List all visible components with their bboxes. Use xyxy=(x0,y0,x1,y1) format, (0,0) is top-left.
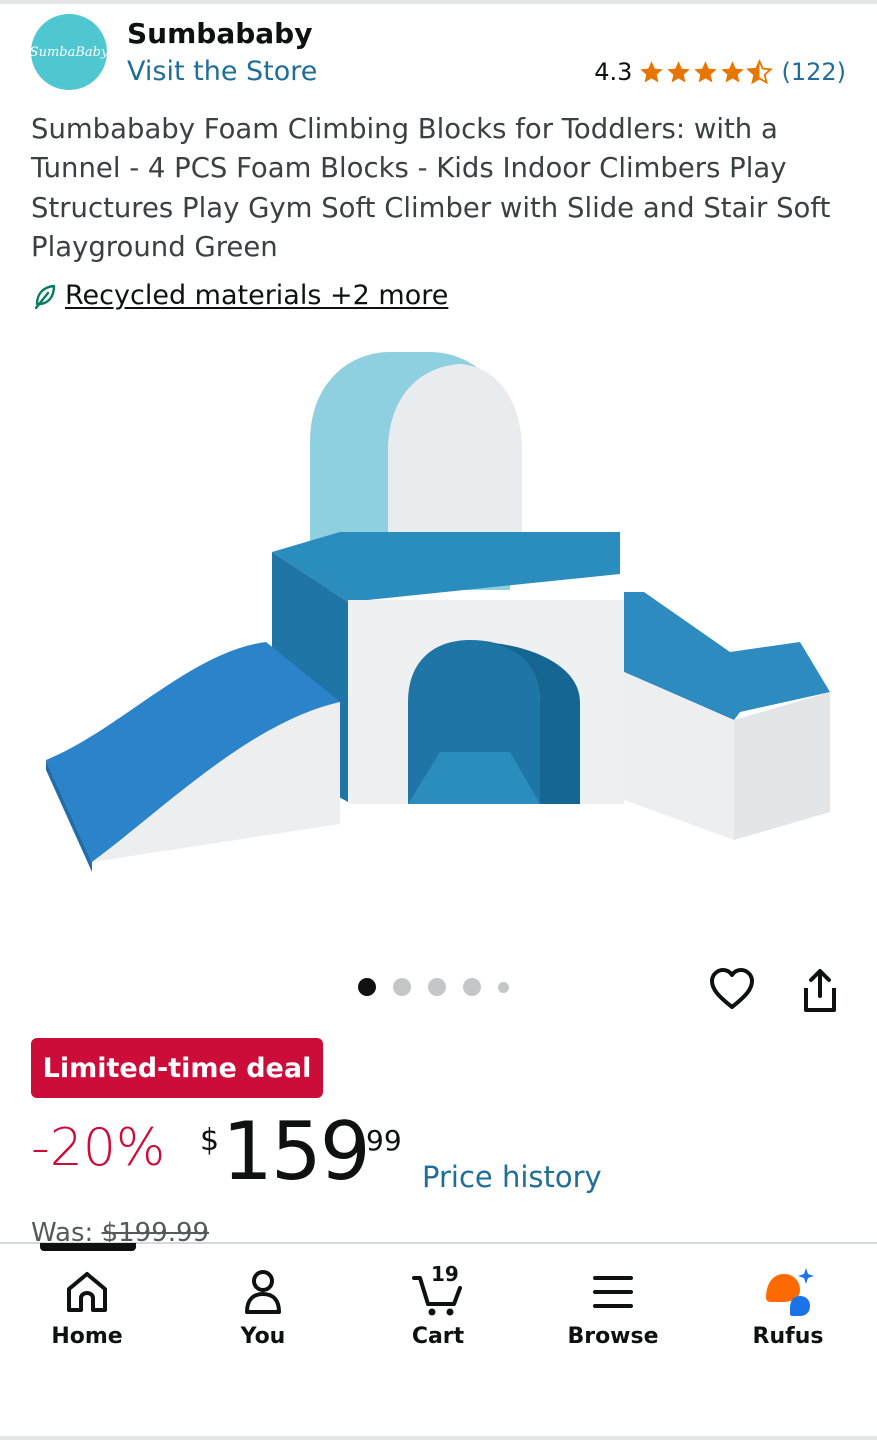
nav-home-label: Home xyxy=(51,1324,123,1349)
was-price-value: $199.99 xyxy=(101,1218,210,1244)
leaf-icon xyxy=(34,284,56,309)
carousel-dot[interactable] xyxy=(428,978,446,996)
nav-you-label: You xyxy=(240,1324,286,1349)
rating-count: (122) xyxy=(781,58,846,86)
nav-cart-label: Cart xyxy=(411,1324,465,1349)
nav-rufus[interactable]: Rufus xyxy=(713,1264,863,1349)
brand-logo-text: SumbaBaby xyxy=(31,44,107,60)
carousel-dot[interactable] xyxy=(358,978,376,996)
person-icon xyxy=(245,1270,281,1314)
carousel-dots[interactable] xyxy=(358,978,526,996)
carousel-dot[interactable] xyxy=(498,981,509,993)
star-full-icon xyxy=(721,60,745,83)
nav-cart[interactable]: 19 Cart xyxy=(363,1262,513,1349)
nav-home[interactable]: Home xyxy=(12,1264,162,1349)
top-divider xyxy=(0,0,877,4)
price-whole: 159 xyxy=(222,1105,371,1198)
heart-icon[interactable] xyxy=(708,966,756,1012)
product-image[interactable] xyxy=(40,342,832,898)
was-price: Was: $199.99 xyxy=(31,1218,209,1244)
star-full-icon xyxy=(694,60,718,83)
brand-name[interactable]: Sumbababy xyxy=(127,17,312,50)
nav-rufus-label: Rufus xyxy=(752,1324,824,1349)
rufus-icon xyxy=(766,1268,814,1316)
rating-summary[interactable]: 4.3 (122) xyxy=(594,58,846,86)
price-currency: $ xyxy=(200,1123,220,1158)
was-label: Was: xyxy=(31,1218,94,1244)
star-full-icon xyxy=(667,60,691,83)
discount-percent: -20% xyxy=(31,1118,166,1178)
carousel-dot[interactable] xyxy=(393,978,411,996)
price-fraction: 99 xyxy=(366,1124,402,1157)
home-icon xyxy=(67,1272,107,1312)
product-title: Sumbababy Foam Climbing Blocks for Toddl… xyxy=(31,113,831,263)
star-half-icon xyxy=(746,58,774,84)
brand-logo[interactable]: SumbaBaby xyxy=(31,14,107,90)
rating-stars xyxy=(638,58,774,86)
visit-store-link[interactable]: Visit the Store xyxy=(127,56,317,87)
nav-browse-label: Browse xyxy=(567,1324,659,1349)
share-icon[interactable] xyxy=(800,966,840,1014)
sustainability-link[interactable]: Recycled materials +2 more xyxy=(65,280,448,311)
price-history-link[interactable]: Price history xyxy=(422,1160,602,1194)
carousel-dot[interactable] xyxy=(463,978,481,996)
bottom-edge xyxy=(0,1436,877,1440)
sustainability-row[interactable]: Recycled materials +2 more xyxy=(33,280,448,311)
menu-icon xyxy=(593,1276,633,1308)
limited-time-deal-badge: Limited-time deal xyxy=(31,1038,323,1098)
rating-value: 4.3 xyxy=(594,58,633,86)
nav-you[interactable]: You xyxy=(188,1264,338,1349)
cart-count-badge: 19 xyxy=(431,1262,459,1286)
nav-browse[interactable]: Browse xyxy=(538,1264,688,1349)
nav-active-indicator xyxy=(40,1243,136,1251)
star-full-icon xyxy=(640,60,664,83)
